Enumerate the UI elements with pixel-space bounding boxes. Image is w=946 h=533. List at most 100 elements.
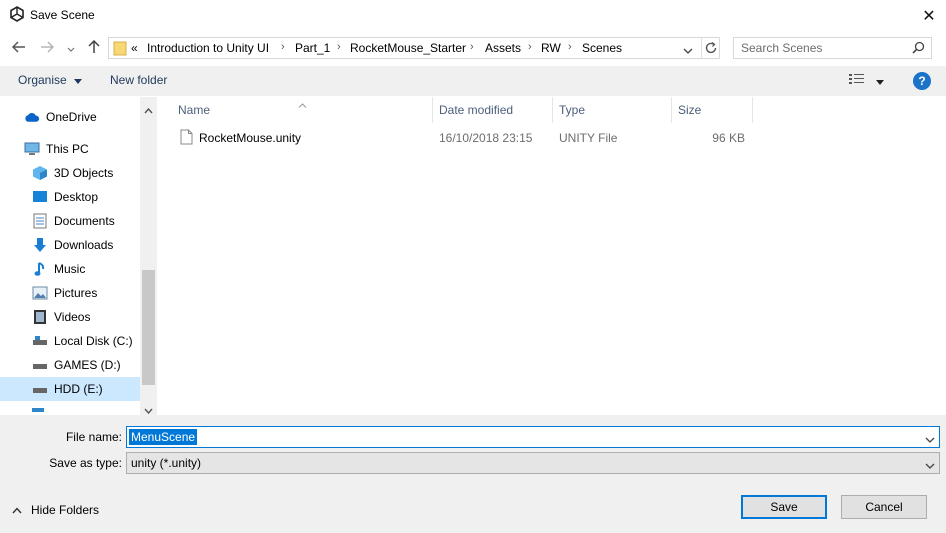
column-header-type[interactable]: Type	[559, 103, 585, 117]
refresh-icon[interactable]	[704, 41, 718, 58]
sidebar-item-partial	[32, 408, 44, 412]
hide-folders-button[interactable]: Hide Folders	[12, 503, 99, 517]
command-bar: Organise New folder ?	[0, 66, 946, 96]
sidebar-item-music[interactable]: Music	[0, 257, 140, 281]
file-name-value[interactable]: MenuScene	[129, 429, 198, 445]
sidebar-item-desktop[interactable]: Desktop	[0, 185, 140, 209]
back-button[interactable]	[8, 38, 30, 58]
pictures-icon	[32, 285, 48, 301]
music-icon	[32, 261, 48, 277]
recent-locations-button[interactable]	[64, 40, 78, 56]
close-icon: ✕	[922, 8, 936, 25]
file-name-field[interactable]: MenuScene	[126, 426, 940, 448]
sidebar-item-local-disk-c[interactable]: Local Disk (C:)	[0, 329, 140, 353]
sidebar-item-label: Music	[54, 262, 86, 276]
search-icon	[912, 41, 925, 57]
sidebar-item-downloads[interactable]: Downloads	[0, 233, 140, 257]
download-icon	[32, 237, 48, 253]
file-size: 96 KB	[712, 131, 745, 145]
arrow-left-icon	[11, 40, 26, 56]
sidebar-item-label: Local Disk (C:)	[54, 334, 133, 348]
organise-label: Organise	[18, 73, 67, 87]
save-as-type-value: unity (*.unity)	[131, 456, 202, 470]
sidebar-item-label: HDD (E:)	[54, 382, 103, 396]
column-divider[interactable]	[432, 97, 433, 123]
breadcrumb-item[interactable]: RW	[541, 41, 561, 55]
sidebar-item-label: This PC	[46, 142, 89, 156]
sidebar-item-videos[interactable]: Videos	[0, 305, 140, 329]
breadcrumb-item[interactable]: Scenes	[582, 41, 622, 55]
column-divider[interactable]	[752, 97, 753, 123]
file-name: RocketMouse.unity	[199, 131, 302, 145]
breadcrumb-separator-icon[interactable]: ›	[337, 41, 341, 53]
sidebar-item-games-d[interactable]: GAMES (D:)	[0, 353, 140, 377]
drive-icon	[32, 333, 48, 349]
column-header-name[interactable]: Name	[178, 103, 210, 117]
address-dropdown-icon[interactable]	[683, 44, 693, 58]
save-button[interactable]: Save	[741, 495, 827, 519]
sidebar-item-label: Videos	[54, 310, 91, 324]
column-divider[interactable]	[552, 97, 553, 123]
column-header-date-modified[interactable]: Date modified	[439, 103, 513, 117]
sidebar-item-label: Documents	[54, 214, 115, 228]
desktop-icon	[32, 189, 48, 205]
computer-icon	[24, 141, 40, 157]
sidebar-item-onedrive[interactable]: OneDrive	[0, 105, 140, 129]
sidebar-item-label: Downloads	[54, 238, 114, 252]
video-icon	[32, 309, 48, 325]
view-options-button[interactable]	[848, 72, 884, 89]
scrollbar-thumb[interactable]	[142, 270, 155, 385]
cloud-icon	[24, 109, 40, 125]
breadcrumb-item[interactable]: Assets	[485, 41, 521, 55]
sidebar-scrollbar[interactable]	[140, 97, 157, 415]
breadcrumb-separator-icon[interactable]: ›	[281, 41, 285, 53]
breadcrumb-separator-icon[interactable]: ›	[568, 41, 572, 53]
search-box[interactable]	[733, 37, 932, 59]
file-name-label: File name:	[65, 430, 122, 444]
document-icon	[32, 213, 48, 229]
hide-folders-label: Hide Folders	[31, 503, 100, 517]
sidebar-item-this-pc[interactable]: This PC	[0, 137, 140, 161]
help-button[interactable]: ?	[913, 72, 931, 90]
file-icon	[180, 129, 193, 148]
search-input[interactable]	[739, 40, 909, 56]
breadcrumb-separator-icon[interactable]: ›	[470, 41, 474, 53]
chevron-down-icon	[67, 40, 75, 56]
sidebar-item-3d-objects[interactable]: 3D Objects	[0, 161, 140, 185]
drive-icon	[32, 357, 48, 373]
sidebar-item-label: 3D Objects	[54, 166, 114, 180]
up-button[interactable]	[84, 38, 104, 58]
chevron-down-icon[interactable]	[925, 433, 935, 447]
table-row[interactable]: RocketMouse.unity 16/10/2018 23:15 UNITY…	[174, 127, 754, 149]
cube-icon	[32, 165, 48, 181]
breadcrumb-overflow[interactable]: «	[131, 41, 138, 55]
address-bar[interactable]: « Introduction to Unity UI › Part_1 › Ro…	[108, 37, 720, 59]
file-type: UNITY File	[559, 131, 618, 145]
caret-down-icon	[876, 74, 884, 88]
cancel-button[interactable]: Cancel	[841, 495, 927, 519]
file-date-modified: 16/10/2018 23:15	[439, 131, 533, 145]
address-divider	[701, 38, 702, 58]
column-divider[interactable]	[671, 97, 672, 123]
sidebar-item-label: OneDrive	[46, 110, 97, 124]
organise-button[interactable]: Organise	[18, 73, 82, 87]
sidebar-item-pictures[interactable]: Pictures	[0, 281, 140, 305]
forward-button[interactable]	[36, 38, 58, 58]
title-bar: Save Scene ✕	[0, 0, 946, 31]
new-folder-button[interactable]: New folder	[110, 73, 167, 87]
save-as-type-label: Save as type:	[49, 456, 122, 470]
caret-down-icon	[73, 73, 82, 87]
folder-icon	[113, 40, 127, 59]
sidebar-item-documents[interactable]: Documents	[0, 209, 140, 233]
breadcrumb-item[interactable]: Introduction to Unity UI	[147, 41, 269, 55]
breadcrumb-separator-icon[interactable]: ›	[528, 41, 532, 53]
column-header-size[interactable]: Size	[678, 103, 701, 117]
close-button[interactable]: ✕	[912, 2, 946, 30]
sidebar-item-hdd-e[interactable]: HDD (E:)	[0, 377, 140, 401]
arrow-up-icon	[88, 39, 100, 57]
unity-logo-icon	[9, 6, 25, 25]
breadcrumb-item[interactable]: RocketMouse_Starter	[350, 41, 466, 55]
scroll-up-icon[interactable]	[144, 103, 153, 117]
breadcrumb-item[interactable]: Part_1	[295, 41, 330, 55]
save-as-type-select[interactable]: unity (*.unity)	[126, 452, 940, 474]
